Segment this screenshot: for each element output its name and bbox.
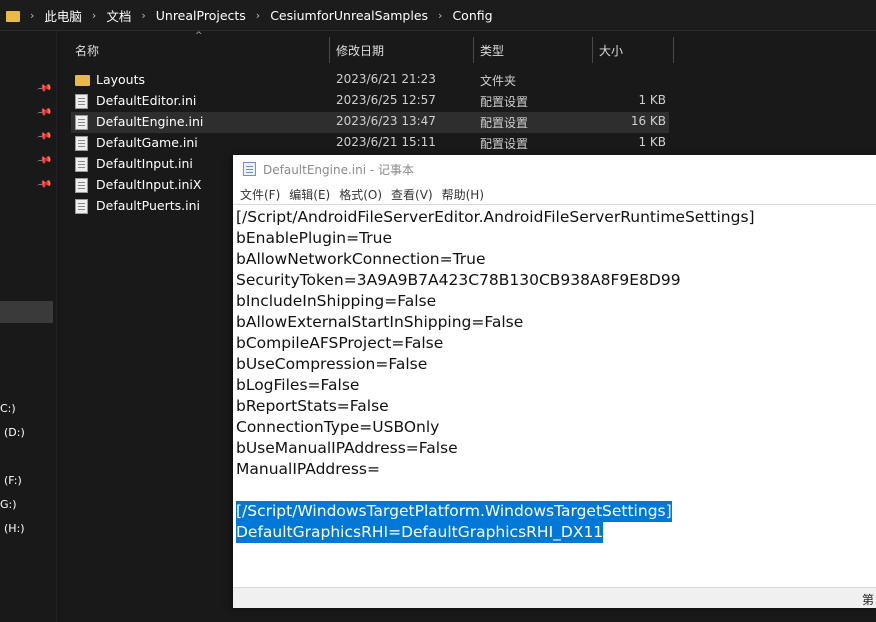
file-size: 1 KB bbox=[638, 93, 666, 107]
column-divider[interactable] bbox=[673, 37, 674, 63]
file-name: DefaultInput.iniX bbox=[96, 177, 202, 192]
ini-file-icon bbox=[75, 157, 88, 172]
file-name: DefaultGame.ini bbox=[96, 135, 198, 150]
menu-format[interactable]: 格式(O) bbox=[339, 186, 382, 203]
breadcrumb-documents[interactable]: 文档 bbox=[106, 6, 131, 25]
notepad-title-bar[interactable]: DefaultEngine.ini - 记事本 bbox=[233, 155, 876, 183]
notepad-text-area[interactable]: [/Script/AndroidFileServerEditor.Android… bbox=[233, 204, 876, 588]
menu-file[interactable]: 文件(F) bbox=[240, 186, 280, 203]
column-divider[interactable] bbox=[592, 37, 593, 63]
drive-c[interactable]: C:) bbox=[0, 402, 16, 415]
file-date: 2023/6/21 15:11 bbox=[336, 135, 436, 149]
file-row-hovered[interactable]: DefaultEngine.ini 2023/6/23 13:47 配置设置 1… bbox=[71, 112, 669, 133]
folder-icon bbox=[75, 75, 90, 86]
column-header-size[interactable]: 大小 bbox=[599, 39, 623, 61]
chevron-right-icon: › bbox=[255, 8, 261, 22]
file-row[interactable]: DefaultGame.ini 2023/6/21 15:11 配置设置 1 K… bbox=[71, 133, 669, 154]
menu-edit[interactable]: 编辑(E) bbox=[289, 186, 330, 203]
column-divider[interactable] bbox=[473, 37, 474, 63]
pin-icon: 📌 bbox=[35, 80, 53, 97]
file-date: 2023/6/21 21:23 bbox=[336, 72, 436, 86]
file-type: 配置设置 bbox=[480, 137, 529, 151]
file-date: 2023/6/23 13:47 bbox=[336, 114, 436, 128]
notepad-window[interactable]: DefaultEngine.ini - 记事本 文件(F) 编辑(E) 格式(O… bbox=[233, 155, 876, 608]
chevron-right-icon: › bbox=[438, 8, 443, 22]
text-line: [/Script/AndroidFileServerEditor.Android… bbox=[236, 208, 755, 226]
pin-icon: 📌 bbox=[35, 176, 53, 193]
navigation-pane[interactable]: 📌 📌 📌 📌 📌 C:) (D:) (F:) G:) (H:) bbox=[0, 31, 57, 622]
text-line: bCompileAFSProject=False bbox=[236, 334, 444, 352]
breadcrumb-this-pc[interactable]: 此电脑 bbox=[44, 6, 82, 25]
ini-file-icon bbox=[75, 94, 88, 109]
text-line: ConnectionType=USBOnly bbox=[236, 418, 440, 436]
column-header-type[interactable]: 类型 bbox=[480, 39, 504, 61]
file-size: 1 KB bbox=[638, 135, 666, 149]
drive-g[interactable]: G:) bbox=[0, 498, 17, 511]
status-position: 第 bbox=[861, 593, 874, 607]
ini-file-icon bbox=[75, 115, 88, 130]
text-line: bUseCompression=False bbox=[236, 355, 428, 373]
text-line: ManualIPAddress= bbox=[236, 460, 380, 478]
file-date: 2023/6/25 12:57 bbox=[336, 93, 436, 107]
breadcrumb-unrealprojects[interactable]: UnrealProjects bbox=[156, 8, 246, 23]
text-line: bAllowExternalStartInShipping=False bbox=[236, 313, 524, 331]
text-line: bReportStats=False bbox=[236, 397, 389, 415]
nav-selected-item[interactable] bbox=[0, 301, 53, 323]
pin-icon: 📌 bbox=[35, 104, 53, 121]
breadcrumb-config[interactable]: Config bbox=[452, 8, 492, 23]
file-name: Layouts bbox=[96, 72, 146, 87]
column-divider[interactable] bbox=[329, 37, 330, 63]
column-header-date[interactable]: 修改日期 bbox=[336, 39, 384, 61]
file-icon bbox=[75, 178, 88, 193]
selected-text-line: DefaultGraphicsRHI=DefaultGraphicsRHI_DX… bbox=[236, 522, 604, 543]
file-row[interactable]: DefaultEditor.ini 2023/6/25 12:57 配置设置 1… bbox=[71, 91, 669, 112]
menu-help[interactable]: 帮助(H) bbox=[442, 186, 484, 203]
notepad-title: DefaultEngine.ini - 记事本 bbox=[263, 162, 415, 177]
ini-file-icon bbox=[75, 136, 88, 151]
selected-text-line: [/Script/WindowsTargetPlatform.WindowsTa… bbox=[236, 501, 672, 522]
drive-d[interactable]: (D:) bbox=[4, 426, 25, 439]
breadcrumb-cesium-samples[interactable]: CesiumforUnrealSamples bbox=[270, 8, 428, 23]
text-line: bIncludeInShipping=False bbox=[236, 292, 437, 310]
file-row[interactable]: Layouts 2023/6/21 21:23 文件夹 bbox=[71, 70, 669, 91]
file-type: 文件夹 bbox=[480, 74, 517, 88]
folder-icon bbox=[6, 10, 20, 22]
file-type: 配置设置 bbox=[480, 116, 529, 130]
text-line: bLogFiles=False bbox=[236, 376, 360, 394]
chevron-right-icon: › bbox=[91, 8, 97, 22]
file-name: DefaultPuerts.ini bbox=[96, 198, 200, 213]
sort-up-icon: ^ bbox=[195, 31, 203, 41]
notepad-status-bar: 第 bbox=[233, 587, 876, 608]
pin-icon: 📌 bbox=[35, 152, 53, 169]
chevron-right-icon: › bbox=[30, 8, 35, 22]
notepad-menu-bar: 文件(F) 编辑(E) 格式(O) 查看(V) 帮助(H) bbox=[233, 184, 876, 204]
file-type: 配置设置 bbox=[480, 95, 529, 109]
drive-f[interactable]: (F:) bbox=[4, 474, 22, 487]
ini-file-icon bbox=[75, 199, 88, 214]
file-name: DefaultEditor.ini bbox=[96, 93, 197, 108]
text-line: bAllowNetworkConnection=True bbox=[236, 250, 486, 268]
chevron-right-icon: › bbox=[141, 8, 146, 22]
text-line: bUseManualIPAddress=False bbox=[236, 439, 458, 457]
file-size: 16 KB bbox=[630, 114, 666, 128]
column-header-name[interactable]: 名称 bbox=[75, 39, 99, 61]
file-name: DefaultInput.ini bbox=[96, 156, 193, 171]
address-bar[interactable]: › 此电脑 › 文档 › UnrealProjects › CesiumforU… bbox=[0, 0, 876, 31]
text-line: SecurityToken=3A9A9B7A423C78B130CB938A8F… bbox=[236, 271, 681, 289]
notepad-icon bbox=[243, 162, 256, 176]
drive-h[interactable]: (H:) bbox=[4, 522, 25, 535]
file-name: DefaultEngine.ini bbox=[96, 114, 204, 129]
menu-view[interactable]: 查看(V) bbox=[391, 186, 433, 203]
pin-icon: 📌 bbox=[35, 128, 53, 145]
text-line: bEnablePlugin=True bbox=[236, 229, 392, 247]
